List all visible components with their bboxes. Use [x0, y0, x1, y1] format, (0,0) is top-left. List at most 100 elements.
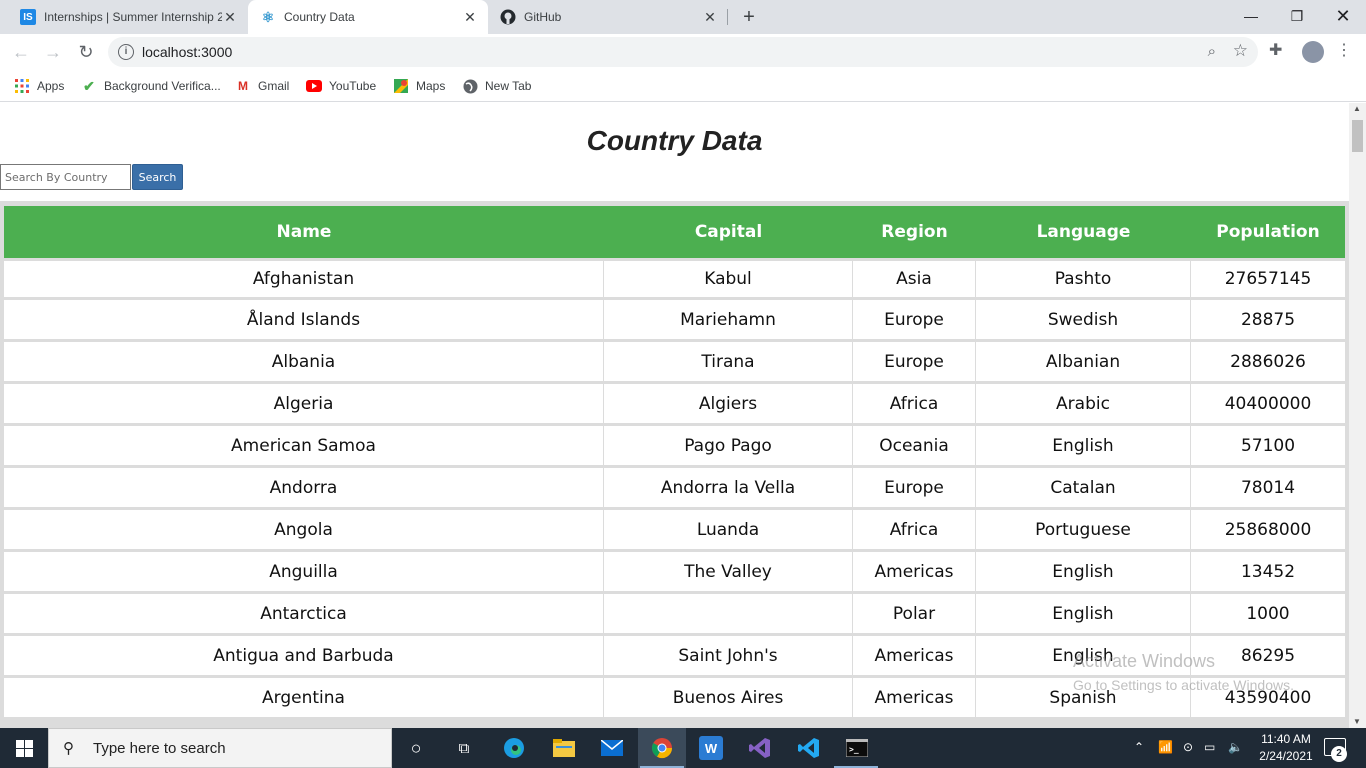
- visual-studio-icon[interactable]: [748, 736, 772, 760]
- site-info-icon[interactable]: i: [118, 44, 134, 60]
- header-language[interactable]: Language: [976, 206, 1191, 258]
- cell-language: Catalan: [976, 468, 1191, 510]
- close-tab-icon[interactable]: ✕: [222, 9, 238, 25]
- cortana-icon[interactable]: ○: [404, 736, 428, 760]
- cell-capital: Tirana: [604, 342, 853, 384]
- react-favicon-icon: ⚛: [261, 8, 275, 25]
- cell-region: Americas: [853, 552, 976, 594]
- youtube-icon: [306, 78, 322, 94]
- activate-windows-watermark: Activate Windows: [1073, 651, 1216, 671]
- tab-country-data[interactable]: ⚛ Country Data ✕: [248, 0, 488, 34]
- cell-region: Africa: [853, 384, 976, 426]
- table-row: Angola Luanda Africa Portuguese 25868000: [4, 510, 1345, 552]
- scrollbar-thumb[interactable]: [1352, 120, 1363, 152]
- menu-kebab-icon[interactable]: ⋮: [1336, 40, 1352, 60]
- table-row: Åland Islands Mariehamn Europe Swedish 2…: [4, 300, 1345, 342]
- header-population[interactable]: Population: [1191, 206, 1345, 258]
- reload-icon[interactable]: ↻: [74, 40, 98, 64]
- zoom-icon[interactable]: ⌕: [1208, 43, 1216, 60]
- checkmark-icon: ✔: [83, 77, 95, 94]
- search-button[interactable]: Search: [132, 164, 183, 190]
- bookmark-label: Apps: [37, 79, 65, 93]
- word-icon[interactable]: W: [699, 736, 723, 760]
- cell-name: Anguilla: [4, 552, 604, 594]
- cell-capital: Saint John's: [604, 636, 853, 678]
- tab-title: Country Data: [284, 10, 355, 24]
- bookmark-gmail[interactable]: M Gmail: [235, 76, 289, 96]
- cell-population: 1000: [1191, 594, 1345, 636]
- page-title: Country Data: [586, 125, 763, 156]
- cell-capital: Luanda: [604, 510, 853, 552]
- terminal-icon[interactable]: >_: [845, 736, 869, 760]
- cell-name: Algeria: [4, 384, 604, 426]
- cell-capital: Algiers: [604, 384, 853, 426]
- cell-capital: [604, 594, 853, 636]
- url-input[interactable]: [142, 42, 1042, 62]
- bookmark-apps[interactable]: Apps: [14, 76, 64, 96]
- bookmark-background-verification[interactable]: ✔ Background Verifica...: [81, 76, 221, 96]
- profile-avatar[interactable]: [1302, 41, 1324, 63]
- bookmark-new-tab[interactable]: New Tab: [462, 76, 531, 96]
- windows-start-button[interactable]: [0, 728, 48, 768]
- system-clock[interactable]: 11:40 AM 2/24/2021: [1253, 731, 1319, 765]
- scroll-up-arrow-icon[interactable]: ▲: [1353, 104, 1361, 113]
- cell-population: 28875: [1191, 300, 1345, 342]
- bookmarks-bar: Apps ✔ Background Verifica... M Gmail Yo…: [0, 70, 1366, 102]
- bookmark-youtube[interactable]: YouTube: [306, 76, 376, 96]
- vertical-scrollbar[interactable]: ▲ ▼: [1349, 103, 1366, 728]
- location-icon[interactable]: ⊙: [1183, 740, 1193, 754]
- cell-language: English: [976, 594, 1191, 636]
- apps-grid-icon: [14, 78, 30, 94]
- cell-population: 13452: [1191, 552, 1345, 594]
- volume-icon[interactable]: 🔈: [1228, 740, 1243, 754]
- close-tab-icon[interactable]: ✕: [702, 9, 718, 25]
- chrome-icon[interactable]: [650, 736, 674, 760]
- show-hidden-icons-chevron-icon[interactable]: ⌃: [1134, 740, 1144, 754]
- close-tab-icon[interactable]: ✕: [462, 9, 478, 25]
- maps-icon: [393, 78, 409, 94]
- cell-population: 2886026: [1191, 342, 1345, 384]
- close-window-button[interactable]: ✕: [1320, 0, 1366, 32]
- network-icon[interactable]: 📶: [1158, 740, 1173, 754]
- clock-date: 2/24/2021: [1259, 749, 1313, 763]
- cell-capital: Pago Pago: [604, 426, 853, 468]
- cell-language: Portuguese: [976, 510, 1191, 552]
- cell-capital: Mariehamn: [604, 300, 853, 342]
- globe-icon: [462, 78, 478, 94]
- bookmark-maps[interactable]: Maps: [393, 76, 445, 96]
- file-explorer-icon[interactable]: [552, 736, 576, 760]
- minimize-button[interactable]: —: [1228, 0, 1274, 32]
- country-table-container: Name Capital Region Language Population …: [0, 201, 1349, 728]
- mail-icon[interactable]: [600, 736, 624, 760]
- search-country-input[interactable]: [0, 164, 131, 190]
- address-bar[interactable]: i ⌕ ☆: [108, 37, 1258, 67]
- cell-capital: Buenos Aires: [604, 678, 853, 720]
- edge-icon[interactable]: [502, 736, 526, 760]
- header-name[interactable]: Name: [4, 206, 604, 258]
- tab-github[interactable]: GitHub ✕: [488, 0, 728, 34]
- bookmark-star-icon[interactable]: ☆: [1233, 41, 1248, 61]
- bookmark-label: Maps: [416, 79, 446, 93]
- task-view-icon[interactable]: ⧉: [452, 736, 476, 760]
- forward-arrow-icon[interactable]: →: [41, 40, 65, 64]
- cell-region: Oceania: [853, 426, 976, 468]
- new-tab-button[interactable]: +: [738, 6, 760, 28]
- cell-capital: Kabul: [604, 258, 853, 300]
- back-arrow-icon[interactable]: ←: [9, 40, 33, 64]
- browser-toolbar: ← → ↻ i ⌕ ☆ ✚ ⋮: [0, 34, 1366, 70]
- cell-region: Europe: [853, 342, 976, 384]
- cell-name: American Samoa: [4, 426, 604, 468]
- restore-button[interactable]: ❐: [1274, 0, 1320, 32]
- header-region[interactable]: Region: [853, 206, 976, 258]
- header-capital[interactable]: Capital: [604, 206, 853, 258]
- vscode-icon[interactable]: [797, 736, 821, 760]
- tab-title: Internships | Summer Internship 2: [44, 10, 222, 24]
- extensions-puzzle-icon[interactable]: ✚: [1269, 40, 1282, 60]
- windows-logo-icon: [15, 739, 33, 757]
- battery-icon[interactable]: ▭: [1204, 740, 1215, 754]
- taskbar-search-box[interactable]: ⚲ Type here to search: [48, 728, 392, 768]
- tab-internships[interactable]: IS Internships | Summer Internship 2 ✕: [8, 0, 248, 34]
- table-row: Anguilla The Valley Americas English 134…: [4, 552, 1345, 594]
- scroll-down-arrow-icon[interactable]: ▼: [1353, 717, 1361, 726]
- activate-windows-hint: Go to Settings to activate Windows.: [1073, 677, 1294, 693]
